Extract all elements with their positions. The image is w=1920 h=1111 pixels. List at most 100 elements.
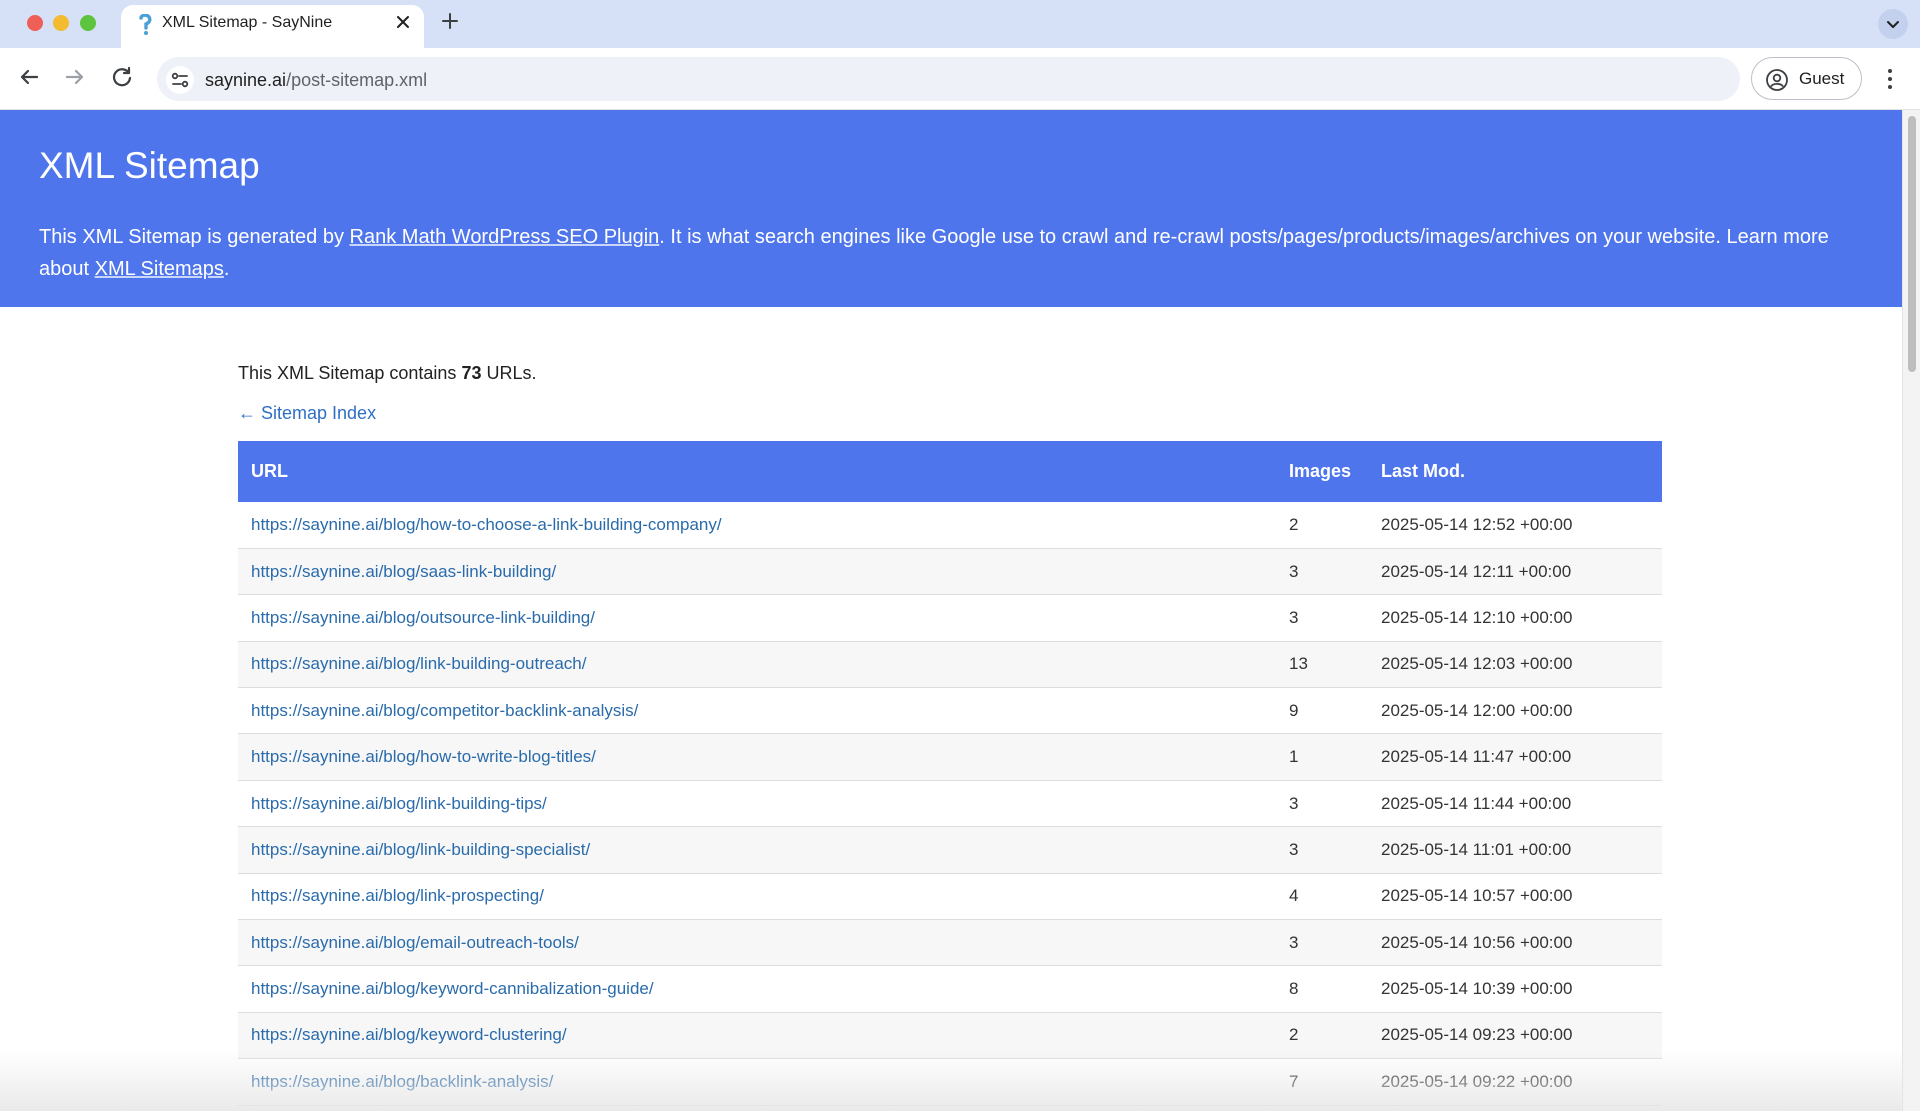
url-path: /post-sitemap.xml bbox=[286, 70, 428, 90]
tune-icon bbox=[171, 72, 189, 88]
close-window-button[interactable] bbox=[27, 15, 43, 31]
count-suffix: URLs. bbox=[481, 363, 537, 383]
table-header-row: URL Images Last Mod. bbox=[238, 441, 1662, 502]
table-row: https://saynine.ai/blog/backlink-analysi… bbox=[238, 1059, 1662, 1106]
scrollbar-thumb[interactable] bbox=[1908, 116, 1916, 372]
sitemap-content: This XML Sitemap contains 73 URLs. ← Sit… bbox=[238, 350, 1662, 1106]
images-cell: 13 bbox=[1289, 654, 1308, 674]
sitemap-url-link[interactable]: https://saynine.ai/blog/link-building-sp… bbox=[251, 840, 590, 859]
site-info-button[interactable] bbox=[166, 66, 194, 94]
banner-text-1: This XML Sitemap is generated by bbox=[39, 226, 350, 248]
browser-tabstrip: XML Sitemap - SayNine bbox=[0, 0, 1920, 48]
lastmod-cell: 2025-05-14 12:11 +00:00 bbox=[1381, 561, 1572, 581]
url-cell: https://saynine.ai/blog/how-to-write-blo… bbox=[238, 734, 1289, 780]
sitemap-url-link[interactable]: https://saynine.ai/blog/saas-link-buildi… bbox=[251, 562, 556, 581]
sitemap-url-link[interactable]: https://saynine.ai/blog/link-building-ti… bbox=[251, 794, 547, 813]
page-title: XML Sitemap bbox=[39, 145, 260, 186]
chevron-down-icon bbox=[1887, 21, 1899, 28]
sitemap-url-link[interactable]: https://saynine.ai/blog/how-to-choose-a-… bbox=[251, 515, 722, 534]
url-cell: https://saynine.ai/blog/link-building-sp… bbox=[238, 827, 1289, 873]
back-arrow-icon[interactable] bbox=[15, 63, 43, 91]
sitemap-url-link[interactable]: https://saynine.ai/blog/competitor-backl… bbox=[251, 701, 638, 720]
lastmod-cell: 2025-05-14 12:00 +00:00 bbox=[1381, 700, 1573, 720]
table-row: https://saynine.ai/blog/keyword-cannibal… bbox=[238, 966, 1662, 1013]
images-cell: 3 bbox=[1289, 839, 1299, 859]
table-row: https://saynine.ai/blog/keyword-clusteri… bbox=[238, 1012, 1662, 1059]
sitemap-url-link[interactable]: https://saynine.ai/blog/keyword-cannibal… bbox=[251, 979, 654, 998]
url-cell: https://saynine.ai/blog/saas-link-buildi… bbox=[238, 548, 1289, 594]
reload-icon[interactable] bbox=[108, 63, 136, 91]
tab-title: XML Sitemap - SayNine bbox=[162, 14, 333, 31]
images-cell: 2 bbox=[1289, 1025, 1299, 1045]
tab-search-button[interactable] bbox=[1878, 9, 1908, 39]
url-text[interactable]: saynine.ai/post-sitemap.xml bbox=[205, 69, 427, 91]
images-cell: 3 bbox=[1289, 561, 1299, 581]
new-tab-icon[interactable] bbox=[438, 9, 462, 33]
minimize-window-button[interactable] bbox=[53, 15, 69, 31]
column-header-url: URL bbox=[251, 461, 288, 481]
images-cell: 4 bbox=[1289, 886, 1299, 906]
profile-label: Guest bbox=[1799, 69, 1845, 88]
banner-text-3: . bbox=[223, 258, 230, 280]
sitemap-index-link[interactable]: ← Sitemap Index bbox=[238, 402, 376, 424]
rank-math-link[interactable]: Rank Math WordPress SEO Plugin bbox=[350, 226, 660, 248]
sitemap-url-link[interactable]: https://saynine.ai/blog/how-to-write-blo… bbox=[251, 747, 596, 766]
forward-arrow-icon[interactable] bbox=[61, 63, 89, 91]
url-cell: https://saynine.ai/blog/link-prospecting… bbox=[238, 873, 1289, 919]
sitemap-url-link[interactable]: https://saynine.ai/blog/backlink-analysi… bbox=[251, 1072, 553, 1091]
url-cell: https://saynine.ai/blog/how-to-choose-a-… bbox=[238, 502, 1289, 548]
table-row: https://saynine.ai/blog/link-building-ti… bbox=[238, 780, 1662, 827]
page-scrollbar[interactable] bbox=[1902, 110, 1920, 1111]
lastmod-cell: 2025-05-14 10:56 +00:00 bbox=[1381, 932, 1573, 952]
table-row: https://saynine.ai/blog/outsource-link-b… bbox=[238, 595, 1662, 642]
url-cell: https://saynine.ai/blog/link-building-ti… bbox=[238, 780, 1289, 826]
url-cell: https://saynine.ai/blog/competitor-backl… bbox=[238, 688, 1289, 734]
saynine-favicon-icon bbox=[139, 14, 152, 35]
lastmod-cell: 2025-05-14 12:03 +00:00 bbox=[1381, 654, 1573, 674]
url-cell: https://saynine.ai/blog/email-outreach-t… bbox=[238, 920, 1289, 966]
lastmod-cell: 2025-05-14 09:23 +00:00 bbox=[1381, 1025, 1573, 1045]
table-row: https://saynine.ai/blog/link-building-sp… bbox=[238, 826, 1662, 874]
browser-toolbar: saynine.ai/post-sitemap.xml Guest bbox=[0, 48, 1920, 110]
account-circle-icon bbox=[1766, 69, 1788, 91]
sitemap-url-link[interactable]: https://saynine.ai/blog/link-building-ou… bbox=[251, 654, 586, 673]
images-cell: 7 bbox=[1289, 1071, 1299, 1091]
lastmod-cell: 2025-05-14 10:57 +00:00 bbox=[1381, 886, 1573, 906]
lastmod-cell: 2025-05-14 12:10 +00:00 bbox=[1381, 607, 1573, 627]
xml-sitemaps-link[interactable]: XML Sitemaps bbox=[95, 258, 224, 280]
browser-tab[interactable]: XML Sitemap - SayNine bbox=[121, 5, 424, 48]
maximize-window-button[interactable] bbox=[80, 15, 96, 31]
sitemap-url-link[interactable]: https://saynine.ai/blog/keyword-clusteri… bbox=[251, 1025, 567, 1044]
lastmod-cell: 2025-05-14 09:22 +00:00 bbox=[1381, 1071, 1573, 1091]
table-row: https://saynine.ai/blog/how-to-choose-a-… bbox=[238, 502, 1662, 549]
lastmod-cell: 2025-05-14 11:47 +00:00 bbox=[1381, 747, 1572, 767]
lastmod-cell: 2025-05-14 10:39 +00:00 bbox=[1381, 979, 1573, 999]
table-row: https://saynine.ai/blog/link-prospecting… bbox=[238, 873, 1662, 920]
sitemap-url-link[interactable]: https://saynine.ai/blog/link-prospecting… bbox=[251, 886, 544, 905]
sitemap-banner: XML Sitemap This XML Sitemap is generate… bbox=[0, 110, 1902, 307]
sitemap-url-link[interactable]: https://saynine.ai/blog/outsource-link-b… bbox=[251, 608, 595, 627]
column-header-lastmod: Last Mod. bbox=[1381, 461, 1465, 481]
profile-button[interactable]: Guest bbox=[1751, 57, 1862, 100]
table-row: https://saynine.ai/blog/how-to-write-blo… bbox=[238, 733, 1662, 781]
url-cell: https://saynine.ai/blog/link-building-ou… bbox=[238, 641, 1289, 687]
url-cell: https://saynine.ai/blog/outsource-link-b… bbox=[238, 595, 1289, 641]
close-tab-icon[interactable] bbox=[391, 10, 415, 34]
images-cell: 1 bbox=[1289, 747, 1299, 767]
banner-description: This XML Sitemap is generated by Rank Ma… bbox=[39, 221, 1859, 285]
sitemap-table: URL Images Last Mod. https://saynine.ai/… bbox=[238, 441, 1662, 1106]
sitemap-url-link[interactable]: https://saynine.ai/blog/email-outreach-t… bbox=[251, 933, 579, 952]
images-cell: 2 bbox=[1289, 514, 1299, 534]
page-viewport: XML Sitemap This XML Sitemap is generate… bbox=[0, 110, 1902, 1111]
more-vert-icon[interactable] bbox=[1878, 65, 1902, 93]
table-row: https://saynine.ai/blog/email-outreach-t… bbox=[238, 919, 1662, 966]
table-row: https://saynine.ai/blog/competitor-backl… bbox=[238, 688, 1662, 734]
url-host: saynine.ai bbox=[205, 70, 287, 90]
column-header-images: Images bbox=[1289, 461, 1352, 481]
address-bar[interactable]: saynine.ai/post-sitemap.xml bbox=[157, 57, 1740, 101]
images-cell: 3 bbox=[1289, 793, 1299, 813]
images-cell: 9 bbox=[1289, 700, 1299, 720]
url-cell: https://saynine.ai/blog/backlink-analysi… bbox=[238, 1059, 1289, 1105]
images-cell: 3 bbox=[1289, 607, 1299, 627]
lastmod-cell: 2025-05-14 11:44 +00:00 bbox=[1381, 793, 1572, 813]
